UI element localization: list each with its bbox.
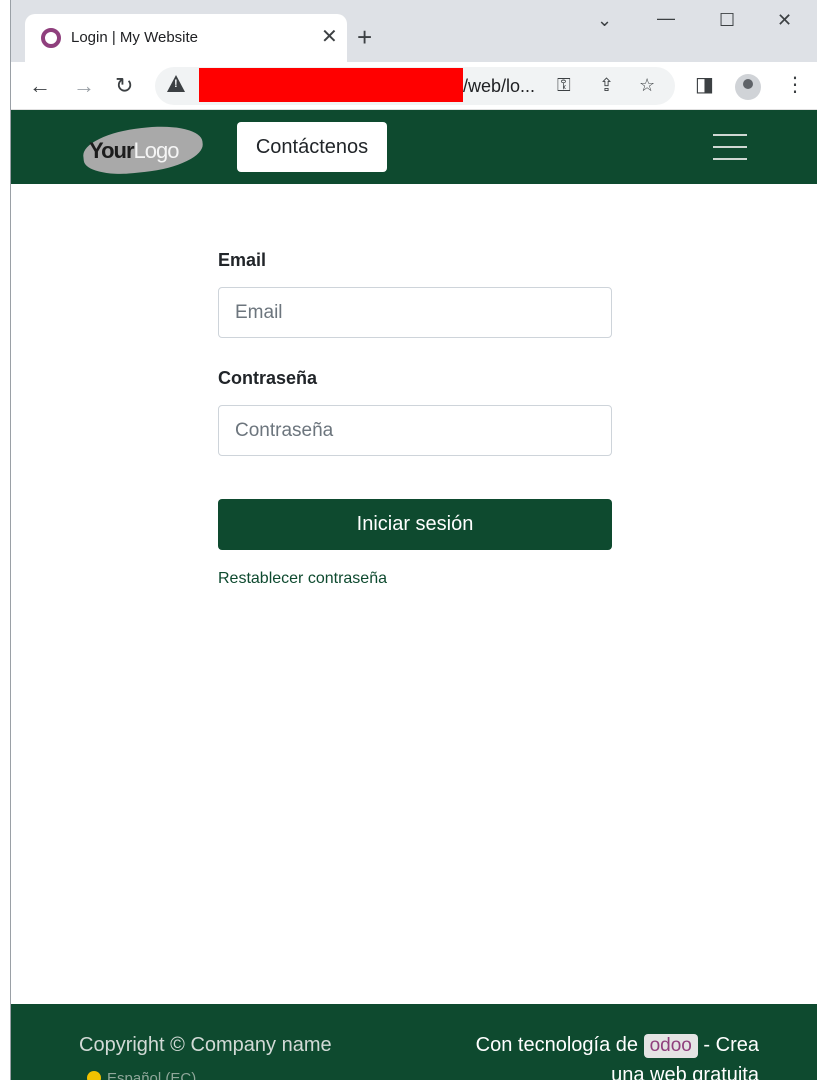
chevron-down-icon[interactable]: ⌄ [597,10,612,30]
warning-icon[interactable] [167,75,185,92]
kebab-menu-icon[interactable]: ⋮ [785,74,805,96]
tab-favicon-icon [41,28,61,48]
share-icon[interactable]: ⇪ [599,75,614,95]
copyright-text: Copyright © Company name [79,1034,332,1056]
profile-icon[interactable] [735,74,761,100]
address-bar[interactable]: /web/lo... ⚿ ⇪ ☆ [155,67,675,105]
language-selector[interactable]: Español (EC) [87,1070,196,1080]
hamburger-menu-icon[interactable] [713,134,747,160]
url-text: /web/lo... [463,76,536,96]
browser-toolbar: ← → ↻ /web/lo... ⚿ ⇪ ☆ ◨ ⋮ [11,62,817,110]
star-icon[interactable]: ☆ [639,75,655,95]
powered-by: Con tecnología de odoo - Crea una web gr… [449,1030,759,1080]
tab-title: Login | My Website [71,29,199,46]
sidepanel-icon[interactable]: ◨ [695,74,714,96]
logo-text: YourLogo [89,137,179,163]
close-icon[interactable]: ✕ [321,27,338,47]
site-footer: Copyright © Company name Español (EC) Co… [11,1004,817,1080]
login-button[interactable]: Iniciar sesión [218,499,612,550]
password-input[interactable] [218,405,612,456]
password-label: Contraseña [218,368,318,388]
browser-window: Login | My Website ✕ + ⌄ — ☐ ✕ ← → ↻ /we… [10,0,817,1080]
key-icon[interactable]: ⚿ [557,75,571,95]
plus-icon[interactable]: + [357,24,372,50]
reset-password-link[interactable]: Restablecer contraseña [218,570,387,587]
powered-prefix: Con tecnología de [475,1034,639,1056]
minimize-icon[interactable]: — [657,8,675,28]
site-header: YourLogo Contáctenos [11,110,817,184]
forward-icon[interactable]: → [73,74,95,98]
language-flag-icon [87,1071,101,1080]
browser-tab[interactable]: Login | My Website ✕ [25,14,347,62]
site-logo[interactable]: YourLogo [81,121,205,179]
login-form: Email Contraseña Iniciar sesión Restable… [218,250,613,588]
redacted-url [199,68,463,102]
close-window-icon[interactable]: ✕ [777,10,792,30]
email-label: Email [218,250,267,270]
language-label: Español (EC) [107,1070,197,1080]
back-icon[interactable]: ← [29,74,51,98]
reload-icon[interactable]: ↻ [115,74,133,98]
email-input[interactable] [218,287,612,338]
odoo-logo[interactable]: odoo [643,1034,698,1058]
tab-strip: Login | My Website ✕ + ⌄ — ☐ ✕ [11,0,817,62]
maximize-icon[interactable]: ☐ [719,10,735,30]
contact-button[interactable]: Contáctenos [237,122,387,172]
